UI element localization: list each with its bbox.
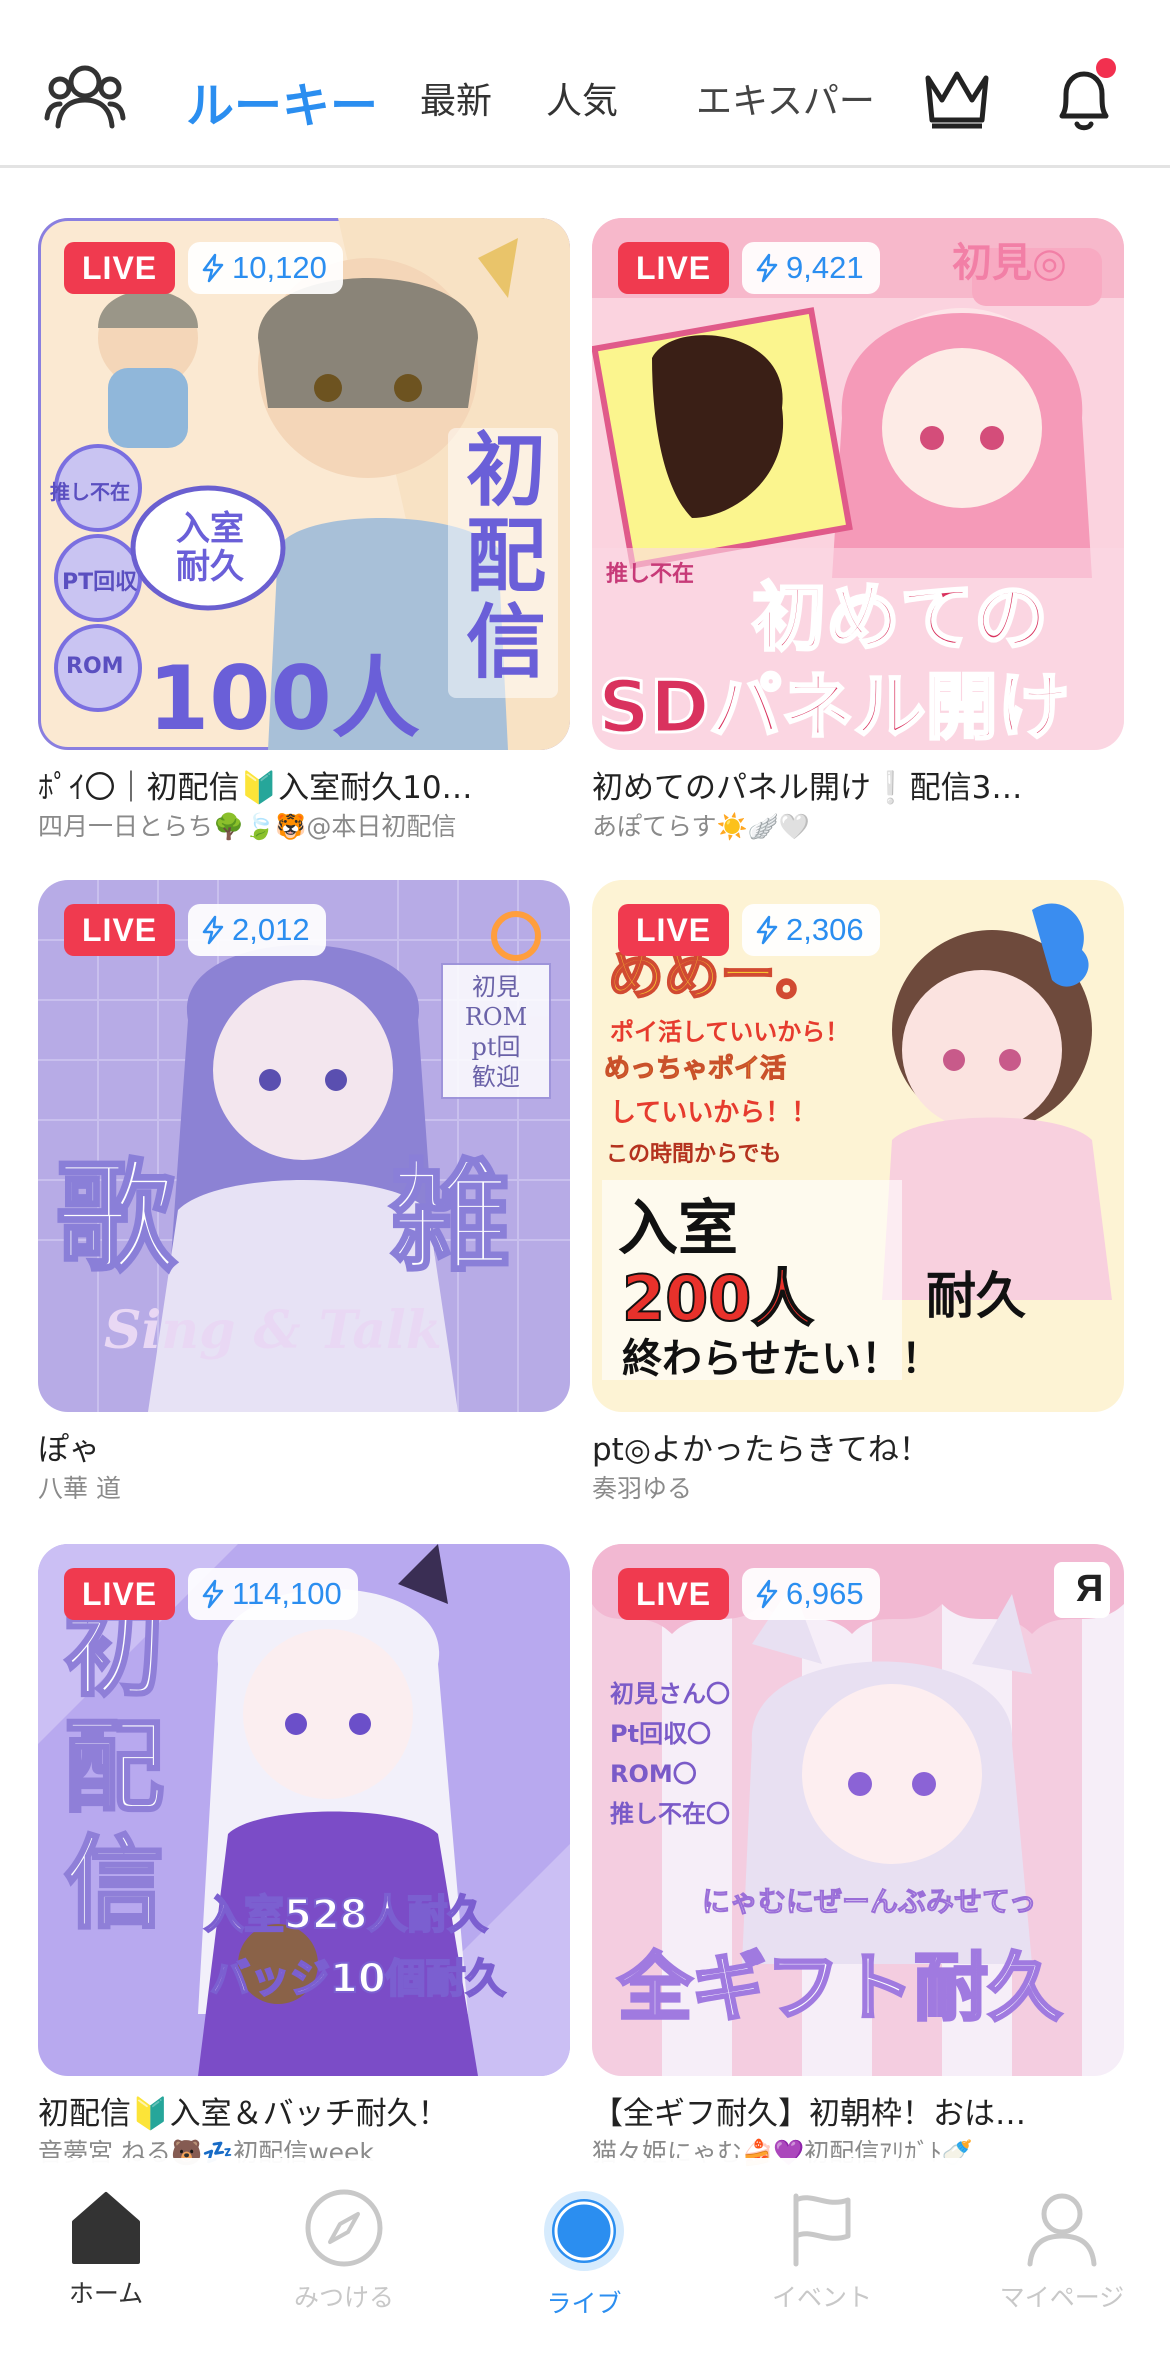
points-value: 2,012 <box>232 912 310 947</box>
stream-thumbnail: Я 初見さん〇 Pt回収〇 ROM〇 推し不在〇 にゃむにぜーんぶみせてっ 全ギフト耐… <box>592 1544 1124 2076</box>
stream-title: 【全ギフ耐久】初朝枠！おは… <box>592 2096 1026 2132</box>
art-text: していいから！！ <box>610 1098 818 1128</box>
points-badge: 2,012 <box>188 904 326 956</box>
art-text: SDパネル開け <box>597 664 1072 751</box>
art-text: 初見さん〇 Pt回収〇 ROM〇 推し不在〇 <box>610 1680 730 1828</box>
nav-mypage-label: マイページ <box>999 2283 1125 2312</box>
points-value: 6,965 <box>786 1576 864 1611</box>
art-text: この時間からでも <box>606 1142 782 1167</box>
art-text: 推し不在 <box>50 480 130 504</box>
streamer-name: 四月一日とらち🌳🍃🐯@本日初配信 <box>38 812 457 841</box>
points-badge: 6,965 <box>742 1568 880 1620</box>
live-badge: LIVE <box>618 904 730 956</box>
art-text: バッジ10個耐久 <box>209 1955 507 2003</box>
art-text: 推し不在 <box>606 562 695 587</box>
stream-title: 初配信🔰入室＆バッチ耐久！ <box>38 2096 449 2132</box>
top-header: ルーキー 最新 人気 エキスパー <box>0 0 1170 168</box>
tab-popular[interactable]: 人気 <box>546 72 618 124</box>
art-text: 入室528人耐久 <box>203 1891 488 1939</box>
stream-thumbnail: 初配信 入室528人耐久 バッジ10個耐久 LIVE 114,100 <box>38 1544 570 2076</box>
points-badge: 9,421 <box>742 242 880 294</box>
live-card[interactable]: 歌 雑 Sing & Talk 初見 ROM pt回 歓迎 LIVE 2,012 ぽゃ… <box>38 880 570 1506</box>
flag-icon <box>793 2193 851 2267</box>
live-badge: LIVE <box>64 1568 176 1620</box>
points-value: 9,421 <box>786 250 864 285</box>
streamer-name: 八華 道 <box>38 1474 121 1503</box>
art-text: 初配信 <box>63 1592 166 1943</box>
tab-expert[interactable]: エキスパー <box>696 72 875 124</box>
points-value: 10,120 <box>232 250 327 285</box>
nav-live[interactable]: ライブ <box>484 2188 684 2320</box>
streamer-name: あぽてらす☀️🪽🤍 <box>592 812 810 841</box>
art-text: Я <box>1076 1568 1104 1610</box>
nav-event[interactable]: イベント <box>722 2188 922 2314</box>
streamer-name: 奏羽ゆる <box>592 1474 693 1503</box>
live-icon <box>544 2191 624 2271</box>
stream-title: ぽゃ <box>38 1432 100 1468</box>
lightning-icon <box>756 1579 778 1609</box>
live-card[interactable]: Я 初見さん〇 Pt回収〇 ROM〇 推し不在〇 にゃむにぜーんぶみせてっ 全ギフト耐… <box>592 1544 1124 2170</box>
points-value: 114,100 <box>232 1576 342 1611</box>
art-text: 初見◎ <box>952 240 1067 286</box>
art-text: 100人 <box>148 647 420 750</box>
nav-discover[interactable]: みつける <box>244 2188 444 2314</box>
stream-thumbnail: 歌 雑 Sing & Talk 初見 ROM pt回 歓迎 LIVE 2,012 <box>38 880 570 1412</box>
lightning-icon <box>756 253 778 283</box>
nav-home[interactable]: ホーム <box>6 2188 206 2310</box>
points-badge: 2,306 <box>742 904 880 956</box>
live-card[interactable]: 初配信 100人 入室 耐久 推し不在 PT回収 ROM LIVE 10,120 … <box>38 218 570 844</box>
lightning-icon <box>202 915 224 945</box>
tab-latest[interactable]: 最新 <box>420 72 492 124</box>
art-text: Sing & Talk <box>104 1300 442 1361</box>
points-badge: 10,120 <box>188 242 343 294</box>
art-text: 初見 ROM pt回 歓迎 <box>464 973 528 1091</box>
live-card[interactable]: 初見◎ 初めての SDパネル開け 推し不在 LIVE 9,421 初めてのパネル… <box>592 218 1124 844</box>
notification-badge <box>1096 58 1116 78</box>
bottom-navigation: ホーム みつける ライブ イベント マイページ <box>0 2158 1170 2374</box>
stream-title: ﾎﾟｲ〇｜初配信🔰入室耐久10… <box>38 770 473 806</box>
art-text: 入室 耐久 <box>176 509 244 587</box>
nav-mypage[interactable]: マイページ <box>962 2188 1162 2314</box>
lightning-icon <box>202 253 224 283</box>
live-badge: LIVE <box>618 242 730 294</box>
people-icon[interactable] <box>44 60 126 136</box>
live-card[interactable]: 初配信 入室528人耐久 バッジ10個耐久 LIVE 114,100 初配信🔰入… <box>38 1544 570 2170</box>
tab-rookie[interactable]: ルーキー <box>186 66 378 136</box>
art-text: PT回収 <box>62 570 138 595</box>
lightning-icon <box>756 915 778 945</box>
art-text: 200人 <box>621 1261 814 1336</box>
stream-title: 初めてのパネル開け❕配信3… <box>592 770 1023 806</box>
art-text: ROM <box>66 654 124 679</box>
points-badge: 114,100 <box>188 1568 358 1620</box>
compass-icon <box>305 2189 383 2267</box>
nav-home-label: ホーム <box>68 2279 144 2308</box>
live-card[interactable]: めめー。 ポイ活していいから！ めっちゃポイ活 していいから！！ この時間からで… <box>592 880 1124 1506</box>
lightning-icon <box>202 1579 224 1609</box>
art-text: 雑 <box>389 1148 512 1290</box>
home-icon <box>72 2192 140 2264</box>
art-text: めっちゃポイ活 <box>603 1054 787 1085</box>
crown-icon[interactable] <box>922 68 992 134</box>
nav-discover-label: みつける <box>293 2283 394 2312</box>
stream-title: pt◎よかったらきてね！ <box>592 1432 930 1468</box>
stream-thumbnail: 初配信 100人 入室 耐久 推し不在 PT回収 ROM LIVE 10,120 <box>38 218 570 750</box>
art-text: 全ギフト耐久 <box>617 1944 1064 2033</box>
stream-thumbnail: 初見◎ 初めての SDパネル開け 推し不在 LIVE 9,421 <box>592 218 1124 750</box>
live-badge: LIVE <box>64 242 176 294</box>
art-text: 歌 <box>55 1148 178 1290</box>
nav-live-label: ライブ <box>546 2289 622 2318</box>
live-badge: LIVE <box>618 1568 730 1620</box>
stream-thumbnail: めめー。 ポイ活していいから！ めっちゃポイ活 していいから！！ この時間からで… <box>592 880 1124 1412</box>
art-text: にゃむにぜーんぶみせてっ <box>701 1885 1037 1919</box>
live-badge: LIVE <box>64 904 176 956</box>
art-text: 耐久 <box>926 1267 1026 1325</box>
art-text: 終わらせたい！！ <box>622 1336 942 1382</box>
art-text: 初配信 <box>466 424 546 689</box>
art-text: ポイ活していいから！ <box>610 1018 850 1046</box>
user-icon <box>1027 2193 1097 2267</box>
nav-event-label: イベント <box>771 2283 872 2312</box>
points-value: 2,306 <box>786 912 864 947</box>
